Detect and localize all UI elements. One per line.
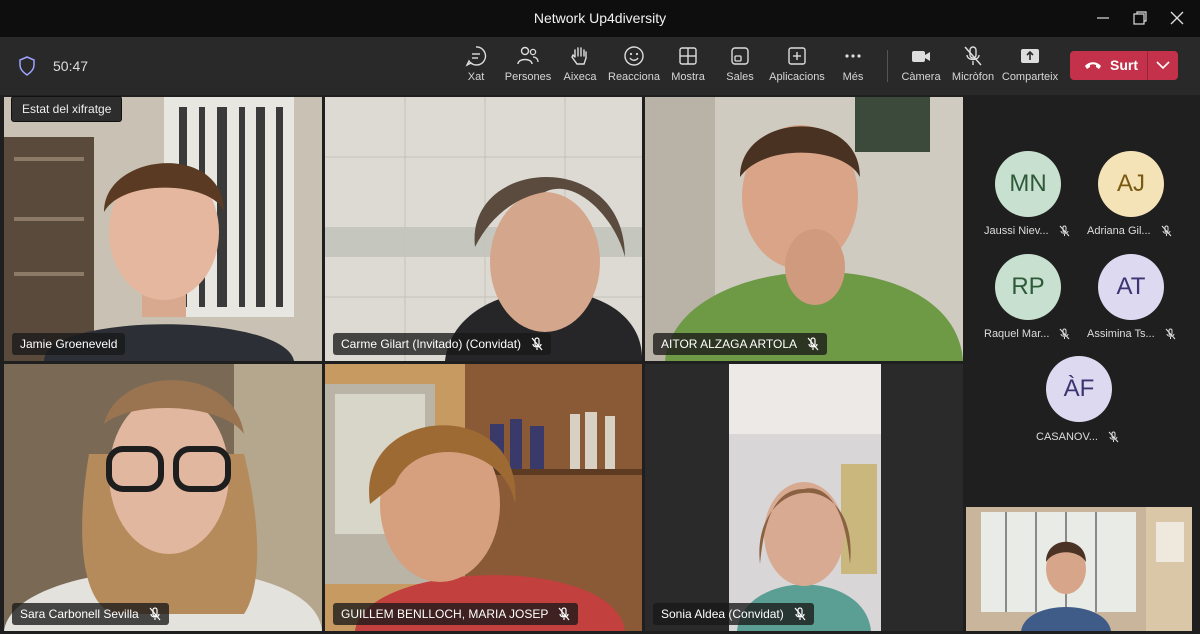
rooms-icon — [731, 47, 749, 65]
avatar-initials: ÀF — [1063, 375, 1095, 402]
avatar[interactable]: RP — [995, 254, 1061, 320]
participant-video — [4, 97, 322, 361]
video-tile-jamie[interactable]: Jamie Groeneveld — [4, 97, 322, 361]
plus-icon — [788, 47, 806, 65]
participant-name: Jamie Groeneveld — [20, 337, 118, 351]
apps-button[interactable]: Aplicacions — [765, 45, 829, 89]
microphone-label: Micròfon — [951, 71, 995, 83]
participant-name: Assimina Ts... — [1087, 328, 1155, 340]
meeting-timer: 50:47 — [53, 58, 89, 74]
participant-name: Raquel Mar... — [984, 328, 1050, 340]
share-icon — [1021, 49, 1039, 63]
participant-nameplate: Jamie Groeneveld — [12, 333, 126, 355]
video-tile-carme[interactable]: Carme Gilart (Invitado) (Convidat) — [325, 97, 642, 361]
mic-off-icon — [1060, 328, 1070, 340]
mic-off-icon — [964, 46, 982, 66]
gallery-participant: Raquel Mar... — [984, 328, 1070, 340]
toolbar-divider — [887, 50, 888, 82]
mic-off-icon — [1059, 225, 1070, 237]
mic-off-icon — [531, 337, 543, 351]
participant-name: Jaussi Niev... — [984, 225, 1049, 237]
participant-name: GUILLEM BENLLOCH, MARIA JOSEP — [341, 607, 549, 621]
camera-icon — [912, 51, 930, 62]
smile-icon — [624, 46, 644, 66]
participant-name: Adriana Gil... — [1087, 225, 1151, 237]
mic-off-icon — [807, 337, 819, 351]
gallery-participant: CASANOV... — [1036, 431, 1119, 443]
participant-name: Sonia Aldea (Convidat) — [661, 607, 784, 621]
avatar-initials: AT — [1116, 273, 1146, 300]
share-label: Comparteix — [1001, 71, 1059, 83]
close-button[interactable] — [1163, 6, 1191, 30]
leave-button[interactable]: Surt — [1070, 51, 1178, 80]
people-icon — [517, 46, 539, 65]
mic-off-icon — [794, 607, 806, 621]
participant-nameplate: Sara Carbonell Sevilla — [12, 603, 169, 625]
self-view-video[interactable] — [966, 507, 1192, 631]
close-icon — [1170, 11, 1184, 25]
participant-nameplate: Carme Gilart (Invitado) (Convidat) — [333, 333, 552, 355]
participant-video — [645, 364, 963, 631]
share-button[interactable]: Comparteix — [998, 45, 1062, 89]
avatar[interactable]: AT — [1098, 254, 1164, 320]
encryption-tooltip: Estat del xifratge — [11, 96, 123, 122]
video-tile-sara[interactable]: Sara Carbonell Sevilla — [4, 364, 322, 631]
avatar-initials: RP — [1011, 273, 1045, 300]
meeting-toolbar: 50:47 Xat Persones Aixeca Reacciona Most… — [0, 37, 1200, 95]
participant-gallery: MN Jaussi Niev... AJ Adriana Gil... RP R… — [966, 97, 1200, 502]
participant-name: Sara Carbonell Sevilla — [20, 607, 139, 621]
avatar[interactable]: MN — [995, 151, 1061, 217]
gallery-participant: Jaussi Niev... — [984, 225, 1070, 237]
window-title: Network Up4diversity — [533, 10, 667, 26]
participant-video — [4, 364, 322, 631]
participant-nameplate: GUILLEM BENLLOCH, MARIA JOSEP — [333, 603, 579, 625]
chat-icon — [465, 46, 487, 67]
participant-nameplate: AITOR ALZAGA ARTOLA — [653, 333, 828, 355]
title-bar: Network Up4diversity — [0, 0, 1200, 37]
leave-label: Surt — [1110, 57, 1138, 73]
avatar[interactable]: AJ — [1098, 151, 1164, 217]
minimize-icon — [1097, 17, 1109, 19]
rooms-button[interactable]: Sales — [708, 45, 772, 89]
microphone-button[interactable]: Micròfon — [941, 45, 1005, 89]
apps-label: Aplicacions — [769, 71, 825, 83]
shield-icon — [19, 56, 35, 76]
mic-off-icon — [558, 607, 570, 621]
more-label: Més — [842, 71, 864, 83]
more-icon — [845, 54, 861, 58]
participant-video — [325, 364, 642, 631]
gallery-participant: Adriana Gil... — [1087, 225, 1172, 237]
minimize-button[interactable] — [1089, 6, 1117, 30]
participant-name: AITOR ALZAGA ARTOLA — [661, 337, 798, 351]
video-tile-aitor[interactable]: AITOR ALZAGA ARTOLA — [645, 97, 963, 361]
chevron-down-icon[interactable] — [1156, 61, 1170, 70]
self-view-scene — [966, 507, 1192, 631]
more-button[interactable]: Més — [821, 45, 885, 89]
participant-name: Carme Gilart (Invitado) (Convidat) — [341, 337, 522, 351]
rooms-label: Sales — [726, 71, 754, 83]
avatar[interactable]: ÀF — [1046, 356, 1112, 422]
gallery-participant: Assimina Ts... — [1087, 328, 1176, 340]
participant-video — [645, 97, 963, 361]
avatar-initials: AJ — [1116, 170, 1145, 197]
leave-separator — [1147, 51, 1148, 80]
grid-icon — [679, 47, 697, 65]
raise-hand-icon — [571, 47, 587, 65]
restore-button[interactable] — [1126, 6, 1154, 30]
video-tile-sonia[interactable]: Sonia Aldea (Convidat) — [645, 364, 963, 631]
avatar-initials: MN — [1009, 170, 1047, 197]
phone-hangup-icon — [1085, 62, 1101, 69]
participant-nameplate: Sonia Aldea (Convidat) — [653, 603, 814, 625]
mic-off-icon — [149, 607, 161, 621]
restore-icon — [1133, 11, 1147, 25]
video-tile-guillem[interactable]: GUILLEM BENLLOCH, MARIA JOSEP — [325, 364, 642, 631]
participant-name: CASANOV... — [1036, 431, 1098, 443]
participant-video — [325, 97, 642, 361]
encryption-status-button[interactable] — [18, 56, 36, 76]
mic-off-icon — [1165, 328, 1176, 340]
mic-off-icon — [1108, 431, 1119, 443]
mic-off-icon — [1161, 225, 1172, 237]
